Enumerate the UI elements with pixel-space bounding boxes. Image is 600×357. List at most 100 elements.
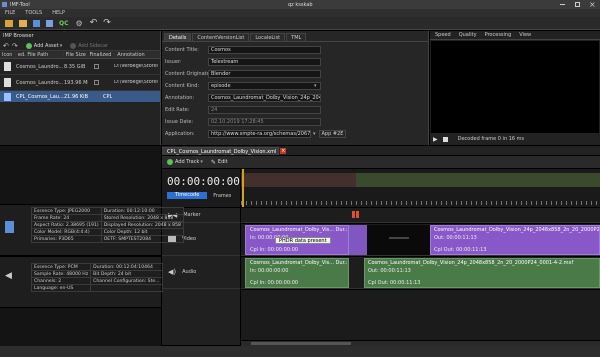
redo-icon[interactable]: ↷ <box>103 18 111 28</box>
tab-tml[interactable]: TML <box>286 32 307 41</box>
player-tabs: Speed Quality Processing View <box>430 31 600 40</box>
close-tab-icon[interactable]: × <box>280 147 287 154</box>
timeline-overview <box>241 169 600 207</box>
tab-quality[interactable]: Quality <box>459 32 477 38</box>
play-icon[interactable]: ▶ <box>433 136 438 143</box>
essence-video-cell: Duration: 00:12:10:00 <box>100 207 184 215</box>
window-title: IMF-Tool <box>10 2 30 8</box>
essence-video-cell: Frame Rate: 24 <box>31 214 102 222</box>
annotation-field[interactable]: Cosmos_Laundromat_Dolby_Vision_24p_2048x… <box>208 94 321 102</box>
add-asset-button[interactable]: Add Asset <box>34 43 59 49</box>
scrollbar-thumb[interactable] <box>251 342 351 345</box>
left-lower-area <box>0 146 161 204</box>
add-sidecar-button[interactable]: Add Sidecar <box>78 43 108 49</box>
marker-lane[interactable] <box>241 208 600 223</box>
stop-icon[interactable] <box>442 136 448 142</box>
status-bar <box>0 346 600 357</box>
marker-flag-icon[interactable] <box>352 211 355 218</box>
audio-clip[interactable]: Cosmos_Laundromat_Dolby_Vision_24p_2048x… <box>364 258 600 288</box>
content-title-field[interactable]: Cosmos <box>208 46 321 54</box>
menu-bar: FILE TOOLS HELP <box>0 9 600 17</box>
clip-title: Cosmos_Laundromat_Dolby_Vis... Dur.: 264 <box>250 260 348 266</box>
undo-icon[interactable]: ↶ <box>90 18 98 28</box>
menu-tools[interactable]: TOOLS <box>25 10 42 16</box>
table-row[interactable]: Cosmos_Laundro... 8.35 GiB D:\Verbege\St… <box>0 59 160 75</box>
marker-flag-icon[interactable] <box>356 211 359 218</box>
tab-details[interactable]: Details <box>164 32 192 41</box>
row-file-name: Cosmos_Laundro... <box>16 79 64 86</box>
column-file-path[interactable]: ed. File Path <box>16 51 64 58</box>
clip-out: Out: 00:00:11:13 <box>434 235 477 241</box>
close-icon[interactable]: × <box>589 0 596 9</box>
essence-video-cell: OETF: SMPTEST2084 <box>100 235 184 243</box>
tab-processing[interactable]: Processing <box>485 32 512 38</box>
save-as-icon[interactable] <box>46 19 53 27</box>
clip-cpl-in: Cpl In: 00:00:00:00 <box>250 280 299 286</box>
audio-track-header[interactable]: ◀) Audio <box>162 256 240 289</box>
column-icon[interactable]: Icon <box>0 51 16 58</box>
edit-rate-label: Edit Rate: <box>165 107 190 113</box>
new-folder-icon[interactable] <box>5 19 13 27</box>
add-asset-dropdown-icon[interactable]: ▾ <box>60 43 63 49</box>
menu-file[interactable]: FILE <box>5 10 15 16</box>
film-strip-icon <box>5 221 14 233</box>
tab-locale-list[interactable]: LocaleList <box>250 32 286 41</box>
column-annotation[interactable]: Annotation <box>115 52 160 58</box>
timeline-range-highlight[interactable] <box>356 173 600 187</box>
tab-speed[interactable]: Speed <box>435 32 451 38</box>
qc-icon[interactable]: QC <box>59 20 69 27</box>
clip-cpl-in: Cpl In: 00:00:00:00 <box>250 247 299 253</box>
minimize-icon[interactable] <box>560 4 565 5</box>
file-icon <box>4 78 11 87</box>
decode-status: Decoded frame 0 in 16 ms <box>457 136 525 142</box>
imp-browser-title: IMP Browser <box>3 33 34 39</box>
video-clip[interactable]: Cosmos_Laundromat_Dolby_Vision_24p_2048x… <box>430 225 600 255</box>
settings-icon[interactable]: ⚙ <box>76 19 83 28</box>
issuer-field[interactable]: Telestream <box>208 58 321 66</box>
tab-content-version-list[interactable]: ContentVersionList <box>192 32 250 41</box>
timecode-tab[interactable]: Timecode <box>167 192 208 199</box>
clip-out: Out: 00:00:11:13 <box>368 268 411 274</box>
frames-tab[interactable]: Frames <box>213 193 231 199</box>
content-kind-select[interactable]: episode <box>208 82 321 90</box>
menu-help[interactable]: HELP <box>52 10 65 16</box>
table-row[interactable]: Cosmos_Laundro... 193.96 MiB D:\Verbege\… <box>0 75 160 91</box>
row-annotation: CPL <box>103 93 113 100</box>
application-dropdown-icon[interactable]: ▾ <box>313 131 316 137</box>
clip-title: Cosmos_Laundromat_Dolby_Vision_24p_2048x… <box>434 227 599 233</box>
redo-small-icon[interactable]: ↷ <box>12 42 18 50</box>
content-originator-field[interactable]: Blender <box>208 70 321 78</box>
undo-small-icon[interactable]: ↶ <box>3 42 9 50</box>
left-bottom-area <box>0 308 161 346</box>
edit-button[interactable]: Edit <box>218 159 228 165</box>
table-row-selected[interactable]: CPL_Cosmos_Lau... 21.96 KiB CPL <box>0 91 160 102</box>
timecode-display: 00:00:00:00 <box>167 175 240 188</box>
tab-view[interactable]: View <box>519 32 531 38</box>
row-file-size: 8.35 GiB <box>64 63 86 70</box>
open-folder-icon[interactable] <box>19 19 27 27</box>
application-field[interactable]: http://www.smpte-ra.org/schemas/2067-21/… <box>208 130 311 138</box>
timeline-empty-area <box>241 290 600 340</box>
column-file-size[interactable]: File Size <box>64 51 88 58</box>
center-title: qz ksskab <box>288 2 313 8</box>
playhead[interactable] <box>242 169 244 207</box>
add-track-button[interactable]: Add Track <box>175 159 199 165</box>
essence-video-cell: Stored Resolution: 2048 x 858 <box>100 214 184 222</box>
xml-file-icon <box>4 92 11 101</box>
maximize-icon[interactable] <box>575 2 580 7</box>
chevron-down-icon[interactable]: ▾ <box>314 83 317 89</box>
add-sidecar-icon <box>70 42 77 49</box>
timeline-tab-bar: CPL_Cosmos_Laundromat_Dolby_Vision.xml × <box>162 146 600 155</box>
column-finalized[interactable]: Finalized <box>87 51 116 58</box>
save-icon[interactable] <box>33 19 40 27</box>
add-track-dropdown-icon[interactable]: ▾ <box>200 159 203 165</box>
time-ruler[interactable] <box>241 189 600 205</box>
imp-browser-panel: IMP Browser ↶ ↷ Add Asset ▾ Add Sidecar … <box>0 31 161 145</box>
tab-cpl[interactable]: CPL_Cosmos_Laundromat_Dolby_Vision.xml <box>162 146 280 155</box>
details-tabs: Details ContentVersionList LocaleList TM… <box>164 32 428 41</box>
finalized-checkbox[interactable] <box>94 80 99 85</box>
essence-audio-cell: Language: en-US <box>30 284 92 292</box>
audio-clip[interactable]: Cosmos_Laundromat_Dolby_Vis... Dur.: 264… <box>245 258 349 288</box>
video-thumbnail <box>349 225 367 255</box>
finalized-checkbox[interactable] <box>94 64 99 69</box>
